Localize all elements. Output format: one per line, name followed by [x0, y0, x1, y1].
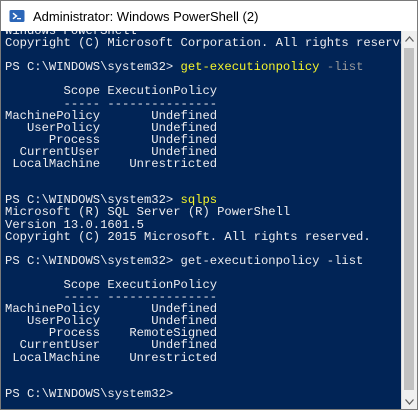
scroll-down-arrow-icon[interactable] — [402, 394, 417, 409]
vertical-scrollbar[interactable] — [401, 31, 417, 409]
console-text: LocalMachine Unrestricted — [5, 157, 218, 172]
console-line: LocalMachine Unrestricted — [5, 158, 404, 170]
command-text: get-executionpolicy — [180, 60, 320, 75]
console-line: Copyright (C) 2015 Microsoft. All rights… — [5, 229, 404, 244]
powershell-icon[interactable] — [9, 8, 25, 24]
scroll-up-arrow-icon[interactable] — [402, 31, 417, 46]
console-text: PS C:\WINDOWS\system32> — [5, 386, 174, 401]
console-output[interactable]: Windows PowerShell Copyright (C) Microsof… — [1, 31, 404, 409]
parameter-text: -list — [319, 60, 364, 75]
console-line: Copyright (C) Microsoft Corporation. All… — [5, 37, 404, 49]
console-line: PS C:\WINDOWS\system32> — [5, 388, 404, 400]
title-bar[interactable]: Administrator: Windows PowerShell (2) — [1, 1, 417, 31]
console-text: PS C:\WINDOWS\system32> get-executionpol… — [5, 253, 364, 268]
console-text: LocalMachine Unrestricted — [5, 350, 218, 365]
console-line: PS C:\WINDOWS\system32> get-executionpol… — [5, 61, 404, 73]
scrollbar-thumb[interactable] — [404, 48, 414, 390]
console-text: Copyright (C) Microsoft Corporation. All… — [5, 36, 404, 51]
window-title: Administrator: Windows PowerShell (2) — [33, 8, 259, 24]
powershell-window: Administrator: Windows PowerShell (2) Wi… — [0, 0, 418, 410]
console-line: PS C:\WINDOWS\system32> get-executionpol… — [5, 255, 404, 267]
console-line: LocalMachine Unrestricted — [5, 350, 404, 365]
console-text: PS C:\WINDOWS\system32> — [5, 60, 181, 75]
console-text: Copyright (C) 2015 Microsoft. All rights… — [5, 229, 371, 244]
